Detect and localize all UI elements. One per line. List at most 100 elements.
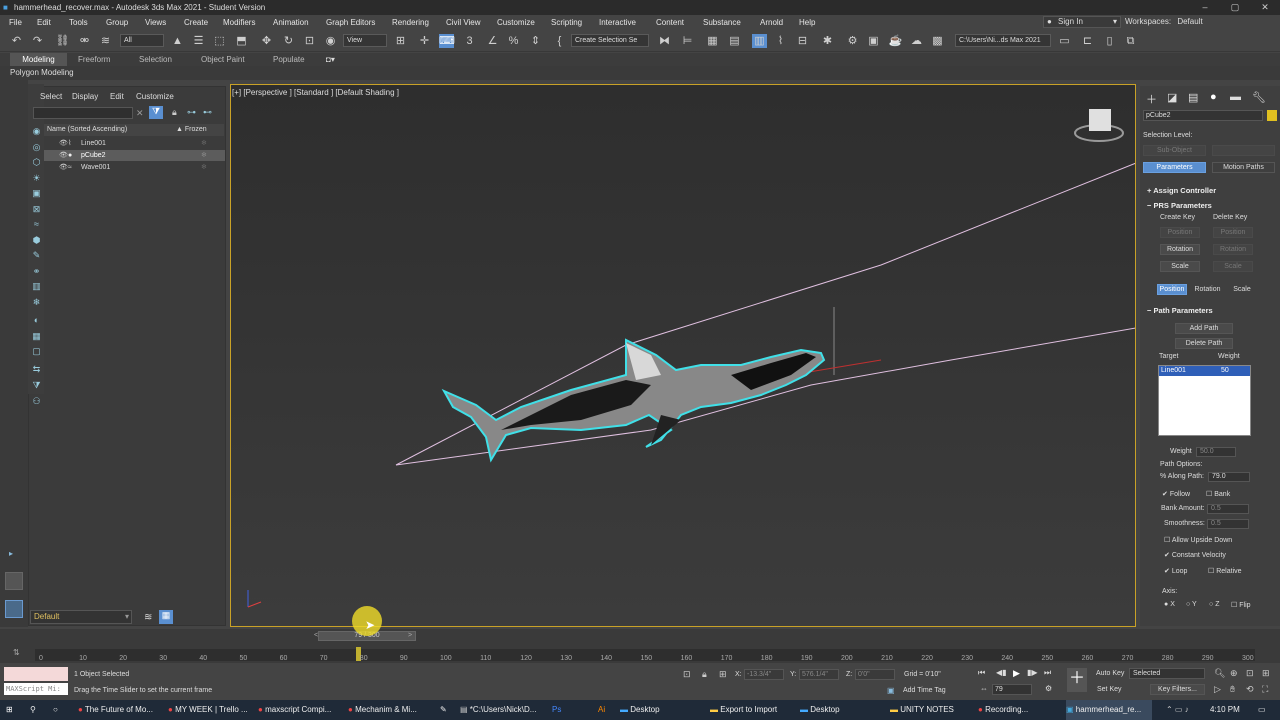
menu-animation[interactable]: Animation — [273, 18, 309, 27]
menu-create[interactable]: Create — [184, 18, 208, 27]
motion-tab-icon[interactable]: ● — [1210, 91, 1217, 103]
ribbon-options-icon[interactable]: ◘▾ — [326, 55, 335, 64]
axis-x-radio[interactable]: ● X — [1164, 601, 1175, 608]
prs-parameters-rollout[interactable]: − PRS Parameters — [1147, 201, 1212, 210]
taskbar-item-desktop[interactable]: ▬ Desktop — [620, 700, 706, 720]
key-mode-icon[interactable]: ⇔ — [980, 684, 988, 693]
workspace-selector[interactable]: Workspaces: Default — [1125, 16, 1280, 28]
display-all-icon[interactable]: ▦ — [31, 331, 42, 342]
photoshop-icon[interactable]: Ps — [552, 700, 566, 720]
delete-path-button[interactable]: Delete Path — [1175, 338, 1233, 349]
ribbon-tab-freeform[interactable]: Freeform — [78, 55, 110, 64]
motion-paths-button[interactable]: Motion Paths — [1212, 162, 1275, 173]
display-cameras-icon[interactable]: ▣ — [31, 188, 42, 199]
menu-substance[interactable]: Substance — [703, 18, 741, 27]
fov-icon[interactable]: ▷ — [1214, 684, 1221, 695]
move-icon[interactable]: ✥ — [259, 34, 274, 48]
assign-controller-rollout[interactable]: + Assign Controller — [1147, 186, 1216, 195]
display-none2-icon[interactable]: ▢ — [31, 346, 42, 357]
notifications-icon[interactable]: ▭ — [1258, 700, 1274, 720]
maximize-icon[interactable]: ▢ — [1220, 0, 1250, 15]
rotation-tab-button[interactable]: Rotation — [1191, 284, 1224, 295]
curve-editor-icon[interactable]: ⌇ — [773, 34, 788, 48]
target-row[interactable]: Line001 50 — [1159, 366, 1250, 376]
axis-y-radio[interactable]: ○ Y — [1186, 601, 1197, 608]
named-selection-dropdown[interactable]: Create Selection Se — [571, 34, 649, 47]
zoom-all-icon[interactable]: ⊕ — [1230, 668, 1238, 679]
frozen-toggle-icon[interactable]: ❄ — [201, 162, 207, 173]
create-key-position-button[interactable]: Position — [1160, 227, 1200, 238]
project-folder-dropdown[interactable]: C:\Users\Ni...ds Max 2021 — [955, 34, 1051, 47]
menu-content[interactable]: Content — [656, 18, 684, 27]
snaps-toggle-icon[interactable]: 3 — [462, 34, 477, 48]
minimize-icon[interactable]: – — [1190, 0, 1220, 15]
create-tab-icon[interactable]: ＋ — [1146, 91, 1157, 107]
object-color-swatch[interactable] — [1267, 110, 1277, 121]
display-invert-icon[interactable]: ⇆ — [31, 364, 42, 375]
flip-checkbox[interactable]: ☐ Flip — [1231, 601, 1251, 609]
delete-key-scale-button[interactable]: Scale — [1213, 261, 1253, 272]
rotate-icon[interactable]: ↻ — [281, 34, 296, 48]
unlink-icon[interactable]: ⚮ — [77, 34, 92, 48]
clear-search-icon[interactable]: ✕ — [136, 108, 144, 119]
layer-explorer-icon[interactable]: ▤ — [727, 34, 742, 48]
smoothness-spinner[interactable]: 0.5 — [1207, 519, 1249, 529]
close-icon[interactable]: ✕ — [1250, 0, 1280, 15]
ribbon-polygon-modeling[interactable]: Polygon Modeling — [10, 68, 74, 77]
layout-tab-1[interactable] — [5, 572, 23, 590]
scene-row-line001[interactable]: 👁︎ ⌇ Line001 ❄ — [44, 138, 225, 149]
constant-velocity-checkbox[interactable]: ✔ Constant Velocity — [1164, 551, 1226, 559]
ribbon-toggle-icon[interactable]: ▥ — [752, 34, 767, 48]
selection-lock-icon[interactable]: 🔒︎ — [702, 669, 707, 680]
taskbar-item-future[interactable]: ● The Future of Mo... — [78, 700, 164, 720]
undo-icon[interactable]: ↶ — [9, 34, 24, 48]
taskbar-item-recording[interactable]: ● Recording... — [978, 700, 1064, 720]
rendered-frame-icon[interactable]: ▣ — [866, 34, 881, 48]
maxscript-mini-listener[interactable]: MAXScript Mi: — [4, 683, 68, 695]
next-key-icon[interactable]: ▮▶ — [1027, 668, 1038, 677]
display-tab-icon[interactable]: ▬ — [1230, 91, 1241, 103]
taskbar-item-export[interactable]: ▬ Export to Import — [710, 700, 796, 720]
display-shapes-icon[interactable]: ⬡ — [31, 157, 42, 168]
display-groups-icon[interactable]: ⬢ — [31, 235, 42, 246]
bank-amount-spinner[interactable]: 0.5 — [1207, 504, 1249, 514]
window-crossing-icon[interactable]: ⬒ — [234, 34, 249, 48]
menu-arnold[interactable]: Arnold — [760, 18, 783, 27]
go-to-start-icon[interactable]: ⏮ — [978, 668, 985, 678]
select-by-name-icon[interactable]: ☰ — [191, 34, 206, 48]
menu-civil-view[interactable]: Civil View — [446, 18, 481, 27]
toggle-scene-explorer-icon[interactable]: ▦ — [705, 34, 720, 48]
scale-icon[interactable]: ⊡ — [302, 34, 317, 48]
ribbon-tab-modeling[interactable]: Modeling — [10, 53, 67, 66]
column-frozen[interactable]: ▲ Frozen — [176, 126, 207, 133]
display-hidden-icon[interactable]: ◐ — [31, 315, 42, 326]
display-containers-icon[interactable]: ▥ — [31, 281, 42, 292]
ribbon-tab-selection[interactable]: Selection — [139, 55, 172, 64]
angle-snap-icon[interactable]: ∠ — [485, 34, 500, 48]
menu-help[interactable]: Help — [799, 18, 815, 27]
zoom-icon[interactable]: 🔍︎ — [1214, 668, 1225, 679]
prev-key-icon[interactable]: ◀▮ — [996, 668, 1007, 677]
display-bones-icon[interactable]: ⚭ — [31, 266, 42, 277]
delete-key-rotation-button[interactable]: Rotation — [1213, 244, 1253, 255]
ribbon-tab-populate[interactable]: Populate — [273, 55, 305, 64]
render-cloud-icon[interactable]: ☁ — [909, 34, 924, 48]
column-name[interactable]: Name (Sorted Ascending) — [47, 126, 127, 133]
menu-group[interactable]: Group — [106, 18, 128, 27]
menu-graph-editors[interactable]: Graph Editors — [326, 18, 375, 27]
illustrator-icon[interactable]: Ai — [598, 700, 612, 720]
lock-icon[interactable]: 🔒︎ — [172, 107, 177, 118]
taskbar-item-trello[interactable]: ● MY WEEK | Trello ... — [168, 700, 254, 720]
relative-checkbox[interactable]: ☐ Relative — [1208, 567, 1242, 575]
menu-modifiers[interactable]: Modifiers — [223, 18, 255, 27]
modify-tab-icon[interactable]: ◪ — [1167, 91, 1177, 104]
visibility-eye-icon[interactable]: 👁︎ — [59, 162, 68, 173]
visibility-eye-icon[interactable]: 👁︎ — [59, 138, 68, 149]
display-lights-icon[interactable]: ☀ — [31, 173, 42, 184]
hierarchy-tab-icon[interactable]: ▤ — [1188, 91, 1198, 104]
absolute-mode-icon[interactable]: ⊞ — [719, 669, 727, 680]
select-object-icon[interactable]: ▲ — [170, 34, 185, 48]
menu-file[interactable]: File — [9, 18, 22, 27]
y-coord-field[interactable]: 576.1/4" — [799, 669, 839, 680]
delete-key-position-button[interactable]: Position — [1213, 227, 1253, 238]
